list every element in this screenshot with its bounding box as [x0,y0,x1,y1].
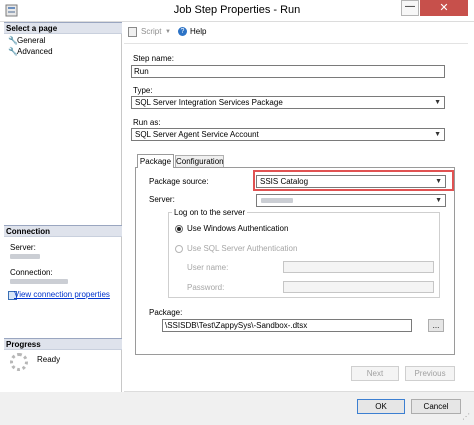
ok-button[interactable]: OK [357,399,405,414]
chevron-down-icon: ▼ [434,131,441,138]
package-label: Package: [149,308,183,317]
package-server-label: Server: [149,195,175,204]
user-name-label: User name: [187,263,229,272]
server-name-redacted [261,198,293,203]
package-path-input[interactable]: \SSISDB\Test\ZappySys\-Sandbox-.dtsx [162,319,412,332]
windows-auth-radio[interactable] [175,225,183,233]
run-as-select-value: SQL Server Agent Service Account [135,130,259,139]
script-button[interactable]: Script [141,27,161,36]
progress-header: Progress [4,338,122,350]
toolbar-divider [124,43,468,44]
script-dropdown-arrow-icon[interactable]: ▼ [165,29,171,35]
next-button[interactable]: Next [351,366,399,381]
tab-package[interactable]: Package [137,154,174,168]
wrench-icon: 🔧 [8,36,18,45]
help-button[interactable]: Help [190,27,206,36]
page-general-label: General [17,36,46,45]
type-label: Type: [133,86,153,95]
page-advanced-label: Advanced [17,47,53,56]
select-page-header: Select a page [4,22,122,34]
run-as-label: Run as: [133,118,161,127]
progress-spinner-icon [10,353,28,371]
package-server-select[interactable]: ▼ [256,194,446,207]
resize-grip-icon[interactable]: ⋰ [462,412,472,422]
step-name-input[interactable]: Run [131,65,445,78]
user-name-input[interactable] [283,261,434,273]
page-general[interactable]: 🔧General [8,35,45,46]
view-connection-properties-link[interactable]: View connection properties [14,290,110,299]
sql-auth-radio[interactable] [175,245,183,253]
run-as-select[interactable]: SQL Server Agent Service Account ▼ [131,128,445,141]
connection-value-redacted [10,279,68,284]
script-icon [128,27,137,37]
progress-status: Ready [37,355,61,364]
connection-label: Connection: [10,268,53,277]
connection-header: Connection [4,225,122,237]
type-select[interactable]: SQL Server Integration Services Package … [131,96,445,109]
close-button[interactable]: ✕ [420,0,468,16]
help-icon: ? [178,27,187,36]
left-pane: Select a page 🔧General 🔧Advanced Connect… [4,22,122,394]
sql-auth-label: Use SQL Server Authentication [187,244,298,253]
step-name-label: Step name: [133,54,174,63]
chevron-down-icon: ▼ [435,197,442,204]
cancel-button[interactable]: Cancel [411,399,461,414]
password-label: Password: [187,283,225,292]
wrench-icon: 🔧 [8,47,18,56]
chevron-down-icon: ▼ [434,99,441,106]
server-value-redacted [10,254,40,259]
server-label: Server: [10,243,36,252]
windows-auth-label: Use Windows Authentication [187,224,289,233]
previous-button[interactable]: Previous [405,366,455,381]
package-source-label: Package source: [149,177,209,186]
package-source-highlight [253,170,454,191]
page-advanced[interactable]: 🔧Advanced [8,46,53,57]
logon-group-title: Log on to the server [172,208,248,217]
password-input[interactable] [283,281,434,293]
browse-package-button[interactable]: ... [428,319,444,332]
footer-divider [124,391,474,392]
tab-configuration[interactable]: Configuration [175,155,224,167]
type-select-value: SQL Server Integration Services Package [135,98,283,107]
minimize-button[interactable]: — [401,0,419,16]
